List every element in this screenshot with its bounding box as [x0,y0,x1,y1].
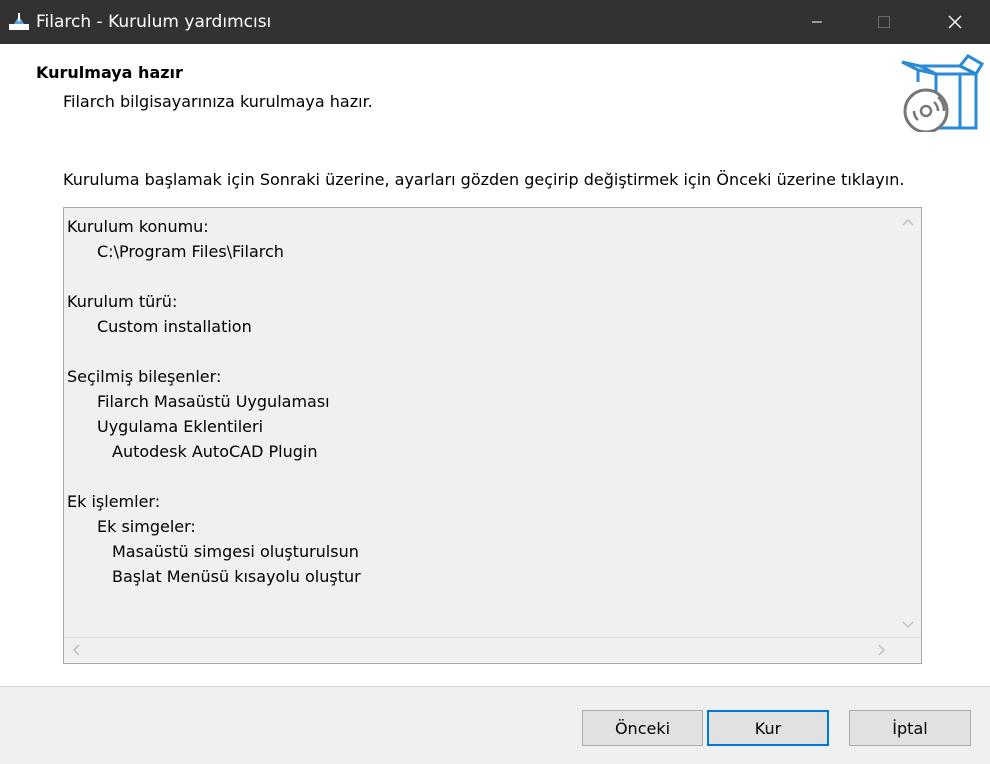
memo-line: Ek işlemler: [67,492,161,511]
window-title: Filarch - Kurulum yardımcısı [36,12,272,32]
memo-line: Custom installation [97,317,252,336]
memo-line: Seçilmiş bileşenler: [67,367,222,386]
page-title: Kurulmaya hazır [36,63,183,82]
back-button[interactable]: Önceki [582,710,703,746]
wizard-header: Kurulmaya hazır Filarch bilgisayarınıza … [0,44,990,146]
wizard-footer: Önceki Kur İptal [0,687,990,764]
scroll-left-icon[interactable] [70,643,84,657]
minimize-button[interactable] [790,0,844,44]
memo-line: C:\Program Files\Filarch [97,242,284,261]
wizard-content: Kuruluma başlamak için Sonraki üzerine, … [0,146,990,686]
instruction-text: Kuruluma başlamak için Sonraki üzerine, … [63,170,905,189]
page-subtitle: Filarch bilgisayarınıza kurulmaya hazır. [63,92,373,111]
vertical-scrollbar[interactable] [894,208,921,638]
memo-line: Uygulama Eklentileri [97,417,264,436]
installer-icon [9,13,29,30]
cancel-button[interactable]: İptal [849,710,971,746]
ready-memo[interactable]: Kurulum konumu: C:\Program Files\Filarch K… [63,207,922,664]
scroll-right-icon[interactable] [874,643,888,657]
memo-blank-line [67,264,361,289]
scroll-up-icon[interactable] [901,216,915,230]
minimize-icon [812,21,822,23]
memo-blank-line [67,464,361,489]
close-icon [948,15,962,29]
horizontal-scrollbar[interactable] [64,637,921,663]
memo-line: Ek simgeler: [97,517,196,536]
memo-line: Başlat Menüsü kısayolu oluştur [112,567,361,586]
memo-line: Kurulum türü: [67,292,178,311]
scroll-down-icon[interactable] [901,617,915,631]
title-bar: Filarch - Kurulum yardımcısı [0,0,990,44]
memo-line: Autodesk AutoCAD Plugin [112,442,318,461]
memo-line: Masaüstü simgesi oluşturulsun [112,542,359,561]
memo-blank-line [67,339,361,364]
maximize-button[interactable] [857,0,911,44]
setup-box-cd-icon [901,54,984,132]
maximize-icon [878,16,890,28]
memo-line: Filarch Masaüstü Uygulaması [97,392,330,411]
memo-line: Kurulum konumu: [67,217,209,236]
memo-text: Kurulum konumu: C:\Program Files\Filarch K… [67,214,361,589]
close-button[interactable] [928,0,982,44]
install-button[interactable]: Kur [707,710,829,746]
